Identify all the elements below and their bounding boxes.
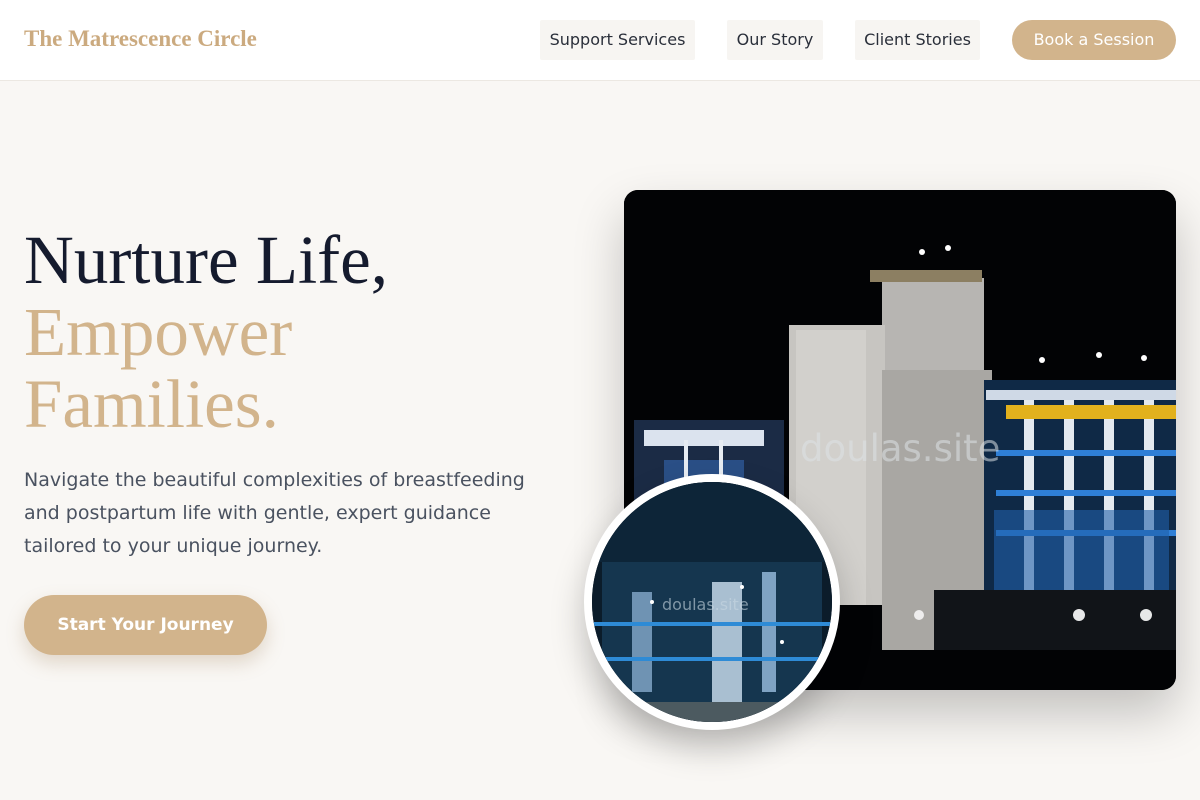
headline-line-1: Nurture Life, (24, 222, 389, 298)
nav-client-stories[interactable]: Client Stories (855, 20, 980, 60)
book-session-button[interactable]: Book a Session (1012, 20, 1176, 60)
headline-line-3: Families. (24, 366, 279, 442)
headline-line-2: Empower (24, 294, 293, 370)
site-header: The Matrescence Circle Support Services … (0, 0, 1200, 81)
nav-our-story[interactable]: Our Story (727, 20, 823, 60)
start-journey-button[interactable]: Start Your Journey (24, 595, 267, 655)
hero-description: Navigate the beautiful complexities of b… (24, 469, 525, 557)
hero-circle-image: doulas.site (584, 474, 840, 730)
hero-headline: Nurture Life, Empower Families. (24, 224, 388, 440)
nav-support-services[interactable]: Support Services (540, 20, 695, 60)
brand-logo[interactable]: The Matrescence Circle (24, 26, 257, 52)
